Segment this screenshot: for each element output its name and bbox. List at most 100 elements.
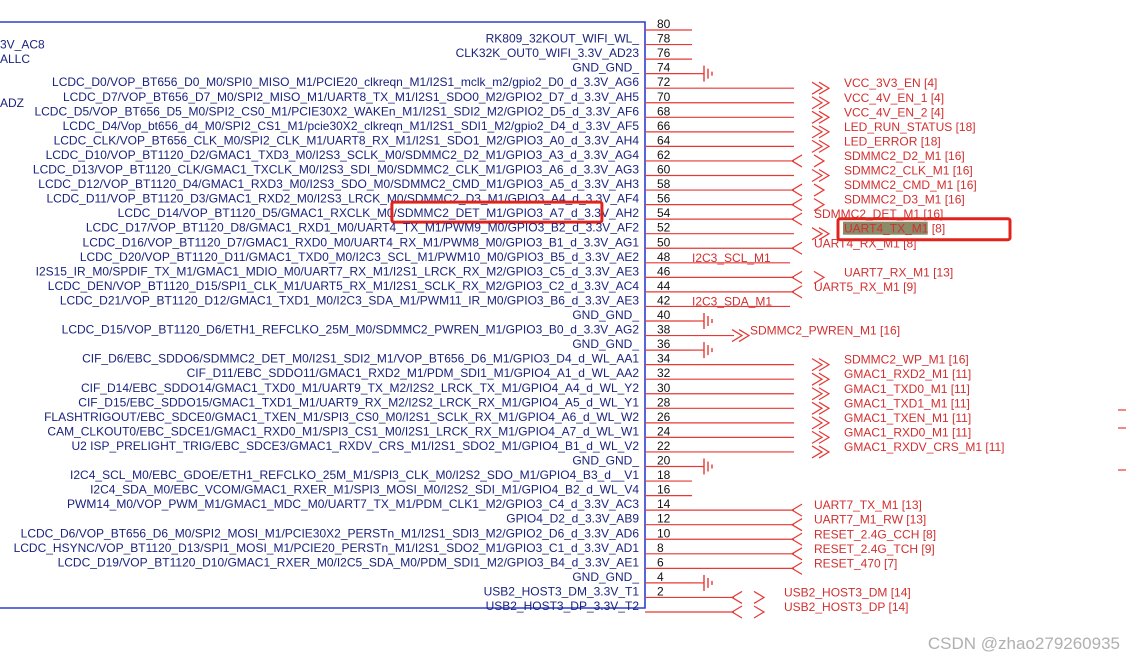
net-label: SDMMC2_D2_M1 [16] bbox=[844, 149, 965, 163]
pin-number: 2 bbox=[657, 584, 664, 598]
net-arrow bbox=[813, 183, 826, 197]
pin-name: PWM14_M0/VOP_PWM_M1/GMAC1_MDC_M0/UART7_T… bbox=[67, 497, 639, 511]
pin-name: LCDC_D12/VOP_BT1120_D4/GMAC1_RXD3_M0/I2S… bbox=[38, 177, 639, 191]
pin-row: 16 I2C4_SDA_M0/EBC_VCOM/GMAC1_RXER_M1/SPI… bbox=[90, 483, 692, 497]
pin-number: 30 bbox=[657, 381, 671, 395]
pin-name: CIF_D11/EBC_SDDO11/GMAC1_RXD2_M1/PDM_SDI… bbox=[187, 366, 640, 380]
pin-number: 16 bbox=[657, 483, 671, 497]
net-arrow bbox=[811, 416, 824, 430]
pin-row: 76 CLK32K_OUT0_WIFI_3.3V_AD23 bbox=[456, 46, 692, 60]
pin-row: 48 LCDC_D20/VOP_BT1120_D11/GMAC1_TXD0_M0/… bbox=[80, 250, 790, 265]
net-arrow bbox=[818, 110, 831, 124]
pin-row: 38 LCDC_D15/VOP_BT1120_D6/ETH1_REFCLKO_25… bbox=[62, 323, 900, 343]
pin-row: 6 LCDC_D19/VOP_BT1120_D10/GMAC1_RXER_M0/I… bbox=[58, 555, 897, 575]
pin-number: 18 bbox=[657, 468, 671, 482]
pin-number: 48 bbox=[657, 250, 671, 264]
pin-name: LCDC_HSYNC/VOP_BT1120_D13/SPI1_MOSI_M1/P… bbox=[14, 541, 640, 555]
schematic-canvas: 3V_AC8ALLCADZ8078RK809_32KOUT_WIFI_WL_76… bbox=[0, 17, 1126, 619]
pin-name: LCDC_D16/VOP_BT1120_D7/GMAC1_RXD0_M0/UAR… bbox=[83, 235, 640, 249]
pin-number: 52 bbox=[657, 221, 671, 235]
pin-name: LCDC_D0/VOP_BT656_D0_M0/SPI0_MISO_M1/PCI… bbox=[52, 75, 639, 89]
net-label: UART5_RX_M1 [9] bbox=[814, 280, 917, 294]
net-arrow bbox=[811, 387, 824, 401]
pin-number: 4 bbox=[657, 570, 664, 584]
pin-name: LCDC_D15/VOP_BT1120_D6/ETH1_REFCLKO_25M_… bbox=[62, 323, 640, 337]
pin-number: 28 bbox=[657, 395, 671, 409]
pin-number: 66 bbox=[657, 119, 671, 133]
net-label: RESET_470 [7] bbox=[814, 556, 897, 570]
pin-number: 38 bbox=[657, 323, 671, 337]
pin-number: 60 bbox=[657, 163, 671, 177]
pin-row: 80 bbox=[645, 17, 692, 31]
net-arrow bbox=[738, 329, 751, 343]
pin-number: 24 bbox=[657, 424, 671, 438]
pin-name: CAM_CLKOUT0/EBC_SDCE1/GMAC1_RXD0_M1/SPI3… bbox=[47, 424, 639, 438]
pin-name: LCDC_D14/VOP_BT1120_D5/GMAC1_RXCLK_M0/SD… bbox=[118, 206, 640, 220]
net-label: GMAC1_RXD2_M1 [11] bbox=[844, 367, 971, 381]
pin-name: CIF_D15/EBC_SDDO15/GMAC1_TXD1_M1/UART9_R… bbox=[78, 395, 639, 409]
net-label: RESET_2.4G_CCH [8] bbox=[814, 527, 936, 541]
net-arrow bbox=[818, 430, 831, 444]
net-label: LED_RUN_STATUS [18] bbox=[844, 120, 976, 134]
pin-name: FLASHTRIGOUT/EBC_SDCE0/GMAC1_TXEN_M1/SPI… bbox=[44, 410, 639, 424]
pin-name: LCDC_D13/VOP_BT1120_CLK/GMAC1_TXCLK_M0/I… bbox=[33, 163, 639, 177]
net-label: UART7_M1_RW [13] bbox=[814, 513, 926, 527]
pin-number: 50 bbox=[657, 235, 671, 249]
pin-number: 44 bbox=[657, 279, 671, 293]
net-label: VCC_4V_EN_1 [4] bbox=[844, 91, 944, 105]
pin-name: I2S15_IR_M0/SPDIF_TX_M1/GMAC1_MDIO_M0/UA… bbox=[36, 264, 640, 278]
net-label: SDMMC2_CMD_M1 [16] bbox=[844, 178, 977, 192]
net-arrow bbox=[818, 372, 831, 386]
net-label: UART4_RX_M1 [8] bbox=[814, 236, 917, 250]
net-label: GMAC1_RXDV_CRS_M1 [11] bbox=[844, 440, 1005, 454]
pin-name: GND_GND_ bbox=[572, 454, 639, 468]
pin-number: 42 bbox=[657, 293, 671, 307]
pin-name: LCDC_CLK/VOP_BT656_CLK_M0/SPI2_CLK_M1/UA… bbox=[54, 133, 640, 147]
net-arrow bbox=[818, 401, 831, 415]
pin-name: I2C4_SDA_M0/EBC_VCOM/GMAC1_RXER_M1/SPI3_… bbox=[90, 483, 639, 497]
pin-name: GND_GND_ bbox=[572, 570, 639, 584]
net-arrow bbox=[811, 125, 824, 139]
pin-name: LCDC_D21/VOP_BT1120_D12/GMAC1_TXD1_M0/I2… bbox=[60, 293, 639, 307]
net-label: LED_ERROR [18] bbox=[844, 134, 941, 148]
net-label: UART7_RX_M1 [13] bbox=[844, 265, 953, 279]
net-label: GMAC1_TXD0_M1 [11] bbox=[844, 382, 970, 396]
pin-number: 12 bbox=[657, 512, 671, 526]
net-arrow bbox=[811, 139, 824, 153]
pin-name: CIF_D6/EBC_SDDO6/SDMMC2_DET_M0/I2S1_SDI2… bbox=[82, 352, 639, 366]
cut-off-label: ALLC bbox=[0, 52, 30, 66]
net-label: GMAC1_TXD1_M1 [11] bbox=[844, 396, 970, 410]
pin-number: 26 bbox=[657, 410, 671, 424]
net-label: SDMMC2_PWREN_M1 [16] bbox=[750, 324, 900, 338]
net-label: USB2_HOST3_DM [14] bbox=[784, 585, 911, 599]
net-label: VCC_4V_EN_2 [4] bbox=[844, 105, 944, 119]
pin-name: GND_GND_ bbox=[572, 61, 639, 75]
pin-name: LCDC_D19/VOP_BT1120_D10/GMAC1_RXER_M0/I2… bbox=[58, 555, 640, 569]
pin-name: LCDC_DEN/VOP_BT1120_D15/SPI1_CLK_M1/UART… bbox=[48, 279, 640, 293]
net-label: VCC_3V3_EN [4] bbox=[844, 76, 937, 90]
pin-name: GND_GND_ bbox=[572, 308, 639, 322]
pin-name: LCDC_D7/VOP_BT656_D7_M0/SPI2_MISO_M1/UAR… bbox=[63, 90, 639, 104]
net-arrow bbox=[813, 154, 826, 168]
pin-number: 78 bbox=[657, 32, 671, 46]
pin-number: 20 bbox=[657, 454, 671, 468]
pin-row: 42 LCDC_D21/VOP_BT1120_D12/GMAC1_TXD1_M0/… bbox=[60, 293, 790, 308]
pin-number: 76 bbox=[657, 46, 671, 60]
pin-number: 32 bbox=[657, 366, 671, 380]
net-label: GMAC1_RXD0_M1 [11] bbox=[844, 425, 971, 439]
pin-number: 36 bbox=[657, 337, 671, 351]
net-label: GMAC1_TXEN_M1 [11] bbox=[844, 411, 971, 425]
pin-number: 58 bbox=[657, 177, 671, 191]
pin-row: USB2_HOST3_DP_3.3V_T2 USB2_HOST3_DP [14] bbox=[486, 599, 909, 619]
pin-number: 72 bbox=[657, 75, 671, 89]
net-arrow bbox=[818, 168, 831, 183]
net-arrow bbox=[753, 605, 766, 619]
watermark: CSDN @zhao279260935 bbox=[927, 634, 1120, 653]
net-arrow bbox=[818, 81, 831, 95]
net-label: UART7_TX_M1 [13] bbox=[814, 498, 922, 512]
pin-number: 54 bbox=[657, 206, 671, 220]
pin-number: 10 bbox=[657, 526, 671, 540]
net-label: SDMMC2_WP_M1 [16] bbox=[844, 353, 969, 367]
net-arrow bbox=[811, 358, 824, 372]
pin-name: GPIO4_D2_d_3.3V_AB9 bbox=[506, 512, 639, 526]
